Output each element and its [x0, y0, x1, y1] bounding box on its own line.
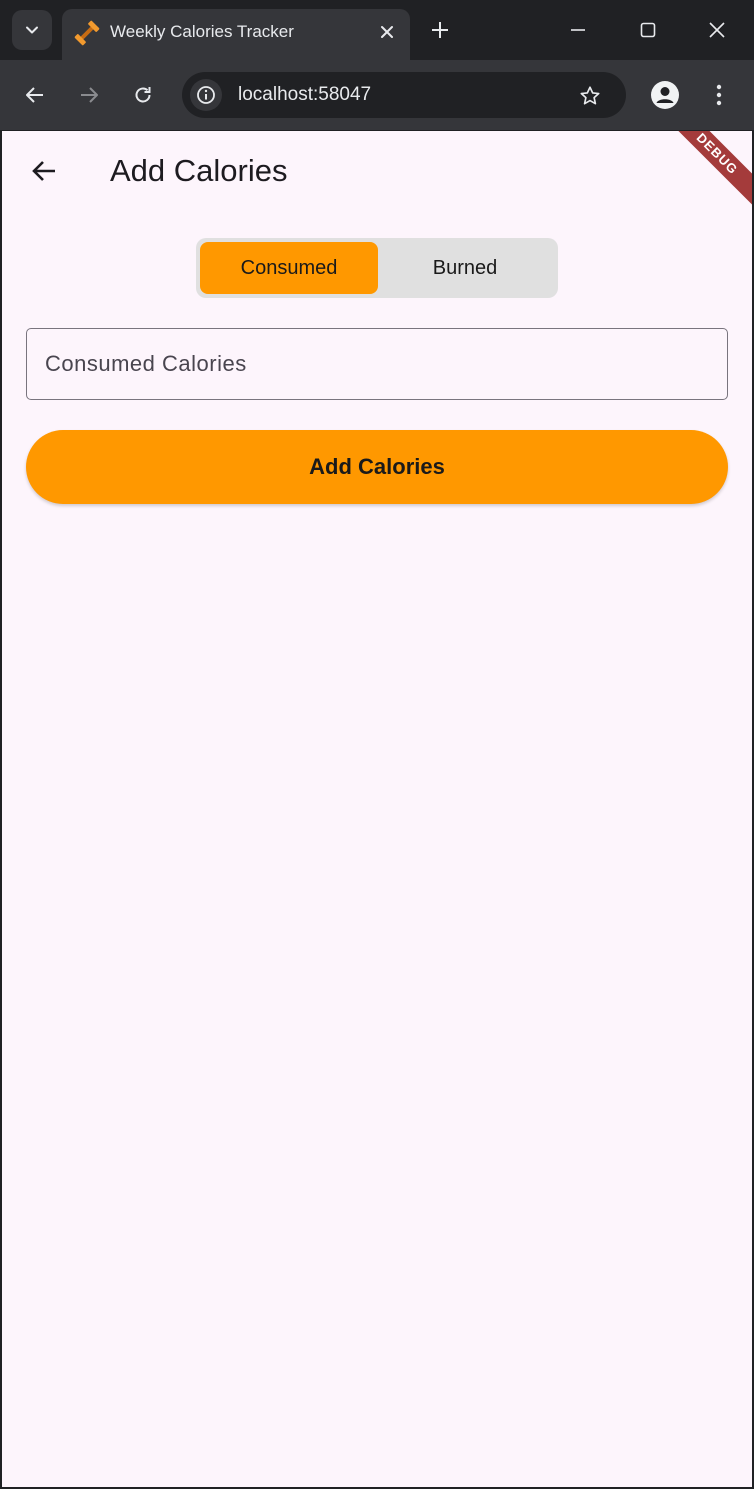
close-window-button[interactable] [701, 14, 733, 46]
toggle-burned[interactable]: Burned [376, 242, 554, 294]
close-icon [709, 22, 725, 38]
arrow-right-icon [81, 87, 98, 103]
reload-button[interactable] [126, 78, 160, 112]
minimize-icon [571, 29, 585, 31]
url-text: localhost:58047 [238, 84, 372, 105]
dumbbell-icon [74, 20, 100, 46]
bookmark-button[interactable] [574, 80, 606, 112]
arrow-left-icon [32, 161, 55, 181]
site-info-button[interactable] [190, 79, 222, 111]
plus-icon [432, 22, 448, 38]
profile-button[interactable] [648, 78, 682, 112]
close-tab-button[interactable] [374, 19, 400, 45]
calorie-type-toggle: Consumed Burned [196, 238, 558, 298]
reload-icon [135, 87, 151, 103]
tab-strip: Weekly Calories Tracker [0, 0, 754, 60]
new-tab-button[interactable] [424, 14, 456, 46]
maximize-button[interactable] [632, 14, 664, 46]
toggle-consumed[interactable]: Consumed [200, 242, 378, 294]
chevron-down-icon [26, 26, 38, 34]
app-viewport: DEBUG Add Calories Consumed Burned Add C… [2, 131, 752, 1487]
arrow-left-icon [26, 87, 43, 103]
profile-icon [651, 81, 679, 109]
star-icon [580, 86, 600, 105]
menu-button[interactable] [702, 78, 736, 112]
page-title: Add Calories [110, 153, 288, 188]
tab-title: Weekly Calories Tracker [110, 22, 294, 41]
minimize-button[interactable] [562, 14, 594, 46]
close-icon [381, 26, 393, 38]
info-icon [197, 86, 215, 104]
browser-window: Weekly Calories Tracker localhost:58047 … [0, 0, 754, 1489]
tab-search-button[interactable] [12, 10, 52, 50]
calories-field [26, 328, 728, 400]
app-bar: Add Calories [2, 131, 752, 215]
address-bar[interactable]: localhost:58047 [182, 72, 626, 118]
back-button[interactable] [24, 151, 64, 191]
forward-nav-button[interactable] [72, 78, 106, 112]
add-calories-button[interactable]: Add Calories [26, 430, 728, 504]
browser-toolbar: localhost:58047 [0, 60, 754, 130]
more-vert-icon [716, 84, 722, 106]
back-nav-button[interactable] [18, 78, 52, 112]
active-tab[interactable]: Weekly Calories Tracker [62, 9, 410, 60]
calories-input[interactable] [27, 329, 727, 399]
maximize-icon [640, 22, 656, 38]
